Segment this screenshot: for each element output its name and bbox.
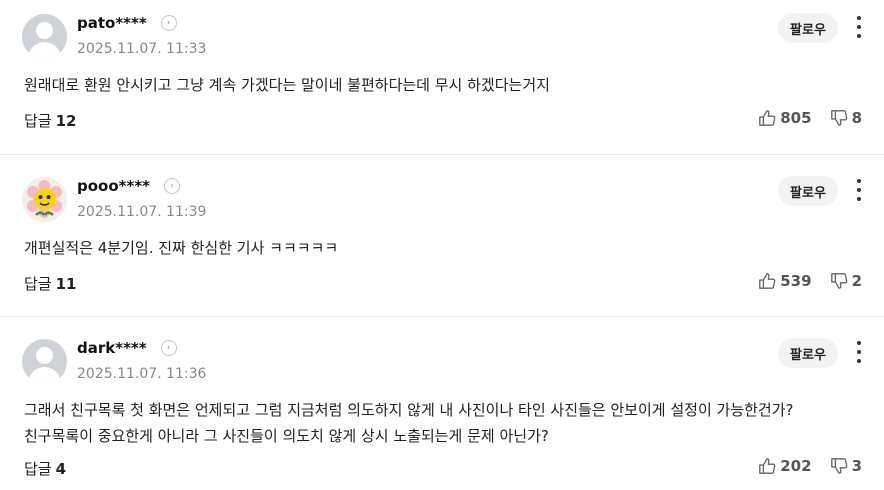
dislike-count: 3	[851, 457, 862, 475]
thumbs-up-icon	[759, 110, 776, 126]
vote-group: 805 8	[758, 109, 862, 127]
thumbs-down-icon	[830, 110, 847, 126]
chevron-right-icon[interactable]: ›	[160, 340, 177, 356]
thumbs-down-icon	[830, 273, 847, 289]
reply-button[interactable]: 답글 11	[24, 273, 76, 294]
like-button[interactable]: 539	[758, 272, 812, 290]
comment-timestamp: 2025.11.07. 11:33	[77, 41, 207, 57]
reply-count: 11	[55, 275, 77, 293]
comment-text: 그래서 친구목록 첫 화면은 언제되고 그럼 지금처럼 의도하지 않게 내 사진…	[24, 401, 794, 445]
chevron-right-icon[interactable]: ›	[164, 178, 181, 194]
follow-button[interactable]: 팔로우	[778, 13, 838, 43]
thumbs-up-icon	[759, 458, 776, 474]
reply-count: 4	[55, 460, 67, 478]
follow-button[interactable]: 팔로우	[778, 338, 838, 368]
more-options-icon[interactable]	[856, 179, 862, 201]
nickname[interactable]: dark****	[77, 339, 147, 357]
vote-group: 539 2	[758, 272, 862, 290]
avatar[interactable]	[22, 14, 67, 59]
reply-count: 12	[55, 112, 77, 130]
comment-text: 개편실적은 4분기임. 진짜 한심한 기사 ㅋㅋㅋㅋㅋ	[24, 239, 339, 257]
nickname-link[interactable]: pooo**** ›	[77, 177, 181, 195]
reply-button[interactable]: 답글 12	[24, 110, 76, 131]
comment-item: dark**** › 2025.11.07. 11:36 팔로우 그래서 친구목…	[0, 316, 884, 490]
dislike-count: 8	[851, 109, 862, 127]
dislike-button[interactable]: 2	[830, 272, 862, 290]
nickname[interactable]: pooo****	[77, 177, 150, 195]
dislike-button[interactable]: 3	[830, 457, 862, 475]
avatar[interactable]	[22, 177, 67, 222]
nickname-link[interactable]: dark**** ›	[77, 339, 177, 357]
dislike-button[interactable]: 8	[830, 109, 862, 127]
like-button[interactable]: 202	[758, 457, 812, 475]
flower-avatar-image	[22, 177, 67, 222]
reply-label: 답글	[24, 112, 52, 130]
nickname[interactable]: pato****	[77, 14, 147, 32]
like-count: 805	[780, 109, 812, 127]
dislike-count: 2	[851, 272, 862, 290]
thumbs-down-icon	[830, 458, 847, 474]
like-count: 539	[780, 272, 812, 290]
reply-label: 답글	[24, 460, 52, 478]
comment-item: pooo**** › 2025.11.07. 11:39 팔로우 개편실적은 4…	[0, 154, 884, 316]
comment-timestamp: 2025.11.07. 11:36	[77, 366, 207, 382]
thumbs-up-icon	[759, 273, 776, 289]
avatar[interactable]	[22, 339, 67, 384]
comment-item: pato**** › 2025.11.07. 11:33 팔로우 원래대로 환원…	[0, 0, 884, 154]
nickname-link[interactable]: pato**** ›	[77, 14, 177, 32]
reply-label: 답글	[24, 275, 52, 293]
more-options-icon[interactable]	[856, 341, 862, 363]
more-options-icon[interactable]	[856, 16, 862, 38]
vote-group: 202 3	[758, 457, 862, 475]
comment-text: 원래대로 환원 안시키고 그냥 계속 가겠다는 말이네 불편하다는데 무시 하겠…	[24, 76, 550, 94]
comment-timestamp: 2025.11.07. 11:39	[77, 204, 207, 220]
follow-button[interactable]: 팔로우	[778, 176, 838, 206]
chevron-right-icon[interactable]: ›	[160, 15, 177, 31]
like-button[interactable]: 805	[758, 109, 812, 127]
reply-button[interactable]: 답글 4	[24, 458, 66, 479]
like-count: 202	[780, 457, 812, 475]
